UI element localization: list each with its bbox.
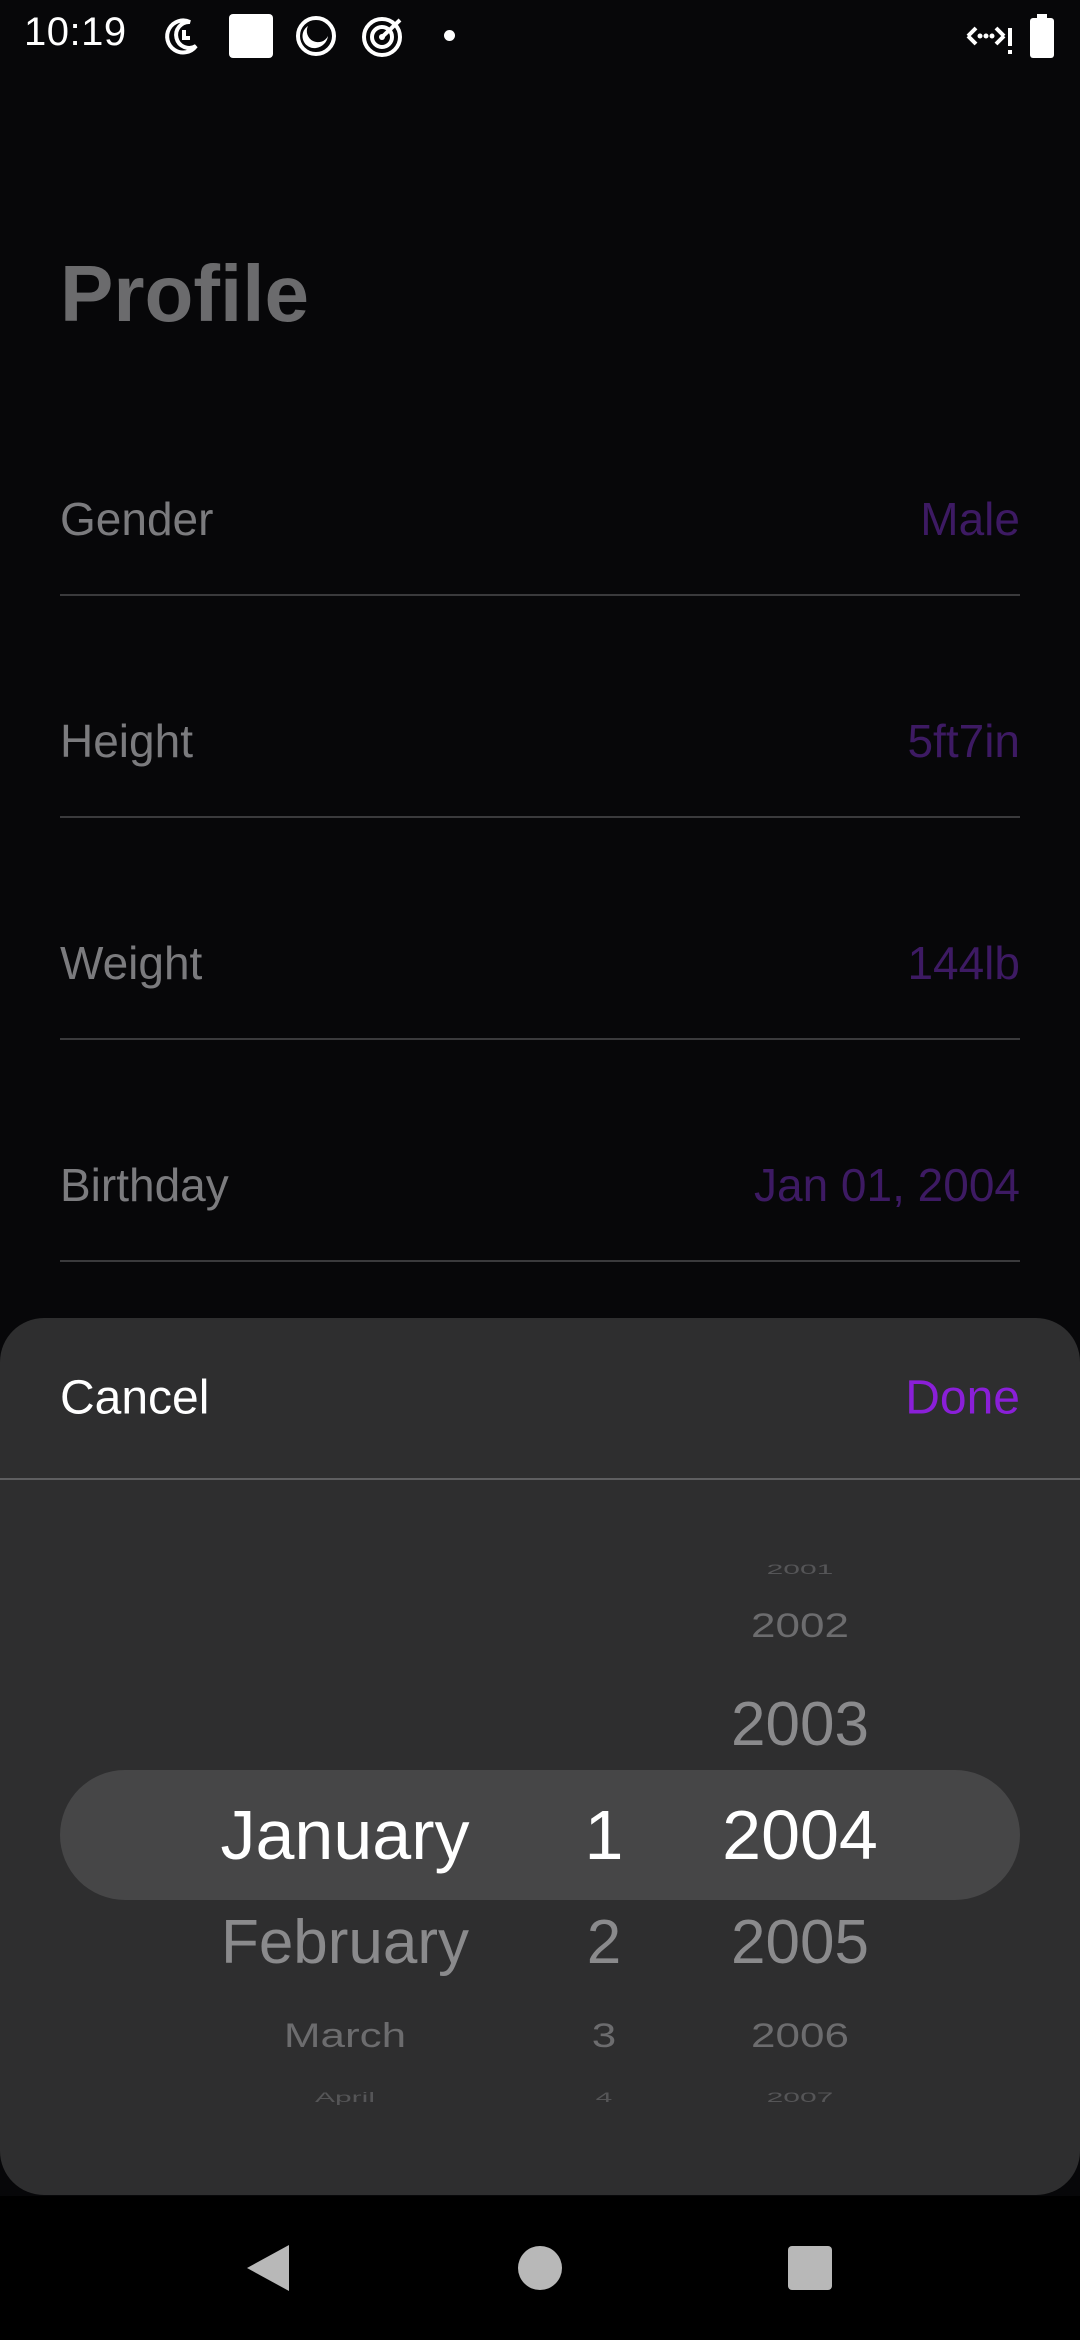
status-time: 10:19 xyxy=(24,10,127,54)
circle-face-icon xyxy=(296,16,336,56)
profile-row-birthday[interactable]: Birthday Jan 01, 2004 xyxy=(60,1110,1020,1262)
day-option[interactable]: 2 xyxy=(587,1912,621,1974)
year-option[interactable]: 2002 xyxy=(751,1608,849,1643)
month-option[interactable]: February xyxy=(221,1912,469,1974)
year-option[interactable]: 2007 xyxy=(767,2091,834,2105)
month-option-selected[interactable]: January xyxy=(220,1800,469,1870)
status-bar: 10:19 xyxy=(0,0,1080,72)
profile-row-height[interactable]: Height 5ft7in xyxy=(60,666,1020,818)
month-option[interactable]: March xyxy=(284,2018,406,2053)
year-option[interactable]: 2001 xyxy=(767,1563,834,1577)
date-picker-sheet: Cancel Done January February March April… xyxy=(0,1318,1080,2195)
row-label: Gender xyxy=(60,493,214,545)
year-option[interactable]: 2005 xyxy=(731,1912,869,1974)
recents-icon[interactable] xyxy=(787,2245,833,2291)
row-value: 5ft7in xyxy=(907,715,1020,767)
row-value: 144lb xyxy=(907,937,1020,989)
do-not-disturb-moon-icon xyxy=(165,18,198,55)
month-option[interactable]: April xyxy=(315,2091,375,2105)
day-option[interactable]: 3 xyxy=(592,2018,616,2053)
profile-row-weight[interactable]: Weight 144lb xyxy=(60,888,1020,1040)
back-icon[interactable] xyxy=(243,2241,293,2295)
date-picker: January February March April 1 2 3 4 200… xyxy=(0,1480,1080,2195)
data-arrows-icon xyxy=(966,26,1012,54)
profile-row-gender[interactable]: Gender Male xyxy=(60,444,1020,596)
year-option[interactable]: 2003 xyxy=(731,1694,869,1756)
cancel-button[interactable]: Cancel xyxy=(60,1371,209,1426)
year-option[interactable]: 2006 xyxy=(751,2018,849,2053)
row-label: Birthday xyxy=(60,1159,229,1211)
target-icon xyxy=(362,17,402,57)
row-value: Male xyxy=(920,493,1020,545)
page-title: Profile xyxy=(60,249,309,338)
day-option[interactable]: 4 xyxy=(596,2091,613,2105)
day-option-selected[interactable]: 1 xyxy=(585,1800,624,1870)
white-square-icon xyxy=(229,14,273,58)
home-icon[interactable] xyxy=(517,2245,563,2291)
battery-icon xyxy=(1030,14,1054,58)
row-label: Weight xyxy=(60,937,203,989)
row-label: Height xyxy=(60,715,193,767)
sheet-header: Cancel Done xyxy=(0,1318,1080,1480)
year-option-selected[interactable]: 2004 xyxy=(722,1800,878,1870)
done-button[interactable]: Done xyxy=(905,1371,1020,1426)
row-value: Jan 01, 2004 xyxy=(753,1159,1020,1211)
notification-dot-icon xyxy=(444,30,455,41)
navigation-bar xyxy=(0,2196,1080,2340)
status-right-group xyxy=(958,14,1056,58)
